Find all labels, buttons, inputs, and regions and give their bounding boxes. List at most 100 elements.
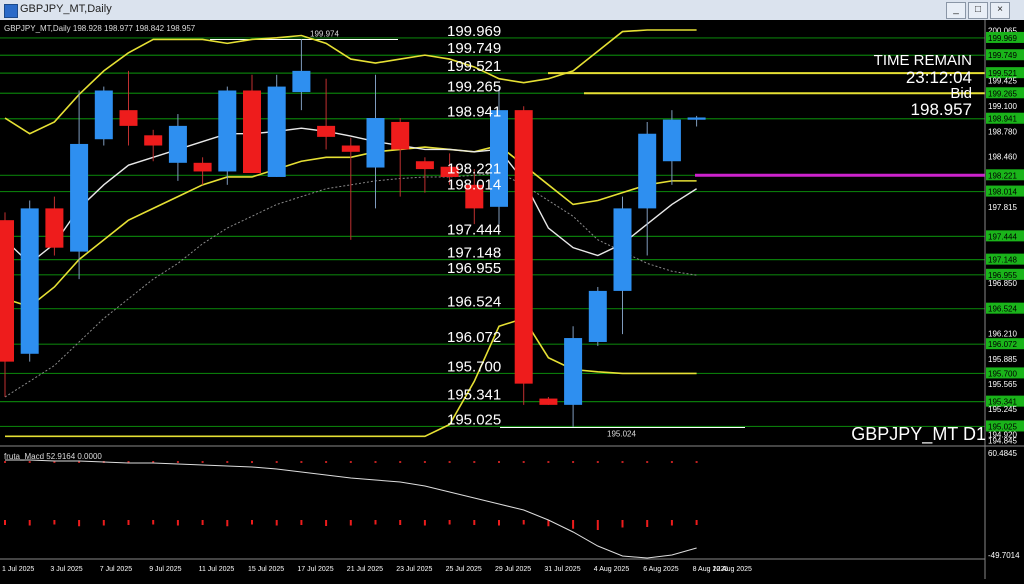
level-label: 195.341 [447,387,501,404]
macd-dot [226,461,229,463]
time-label: 12 Aug 2025 [713,566,752,573]
price-axis: 200.065199.969199.749199.521199.425199.2… [984,20,1024,579]
macd-dot [423,461,426,463]
price-label: 197.815 [988,203,1017,212]
candle-body [70,143,89,252]
symbol-label: GBPJPY_MT D1 [851,424,986,444]
candle-body [638,133,657,209]
price-tag: 198.941 [988,115,1017,124]
candle-body [415,161,434,170]
price-tag: 198.014 [988,188,1017,197]
price-label: 196.210 [988,329,1017,338]
macd-dot [646,461,649,463]
macd-dot [498,461,500,463]
macd-axis-top: 60.4845 [988,449,1017,458]
price-tag: 195.700 [988,369,1017,378]
macd-dot [374,461,377,463]
window-titlebar: GBPJPY_MT,Daily _ □ × [0,0,1024,21]
time-label: 4 Aug 2025 [594,566,630,573]
candle-body [267,86,286,177]
level-label: 195.025 [447,411,501,428]
time-label: 21 Jul 2025 [347,566,383,573]
minimize-button[interactable]: _ [946,2,966,19]
macd-dot [28,461,31,463]
candles [0,39,706,427]
high-marker: 199.974 [310,30,339,39]
candle-body [564,338,583,405]
candle-body [144,135,163,146]
candle-body [391,121,410,150]
macd-dot [325,461,328,463]
level-label: 198.014 [447,177,501,194]
level-label: 199.969 [447,23,501,40]
macd-dot [695,461,698,463]
macd-dot [522,461,525,463]
price-tag: 199.969 [988,34,1017,43]
time-label: 31 Jul 2025 [544,566,580,573]
candle-body [539,398,558,405]
macd-dot [251,461,253,463]
time-label: 17 Jul 2025 [297,566,333,573]
price-label: 198.780 [988,127,1017,136]
macd-dot [596,461,599,463]
price-label: 194.845 [988,437,1017,446]
macd-dot [4,461,6,463]
time-axis: 1 Jul 2025 3 Jul 2025 7 Jul 2025 9 Jul 2025… [0,558,985,573]
candle-body [317,125,336,137]
time-label: 29 Jul 2025 [495,566,531,573]
time-label: 9 Jul 2025 [149,566,181,573]
candle-body [662,119,681,162]
macd-panel: fruta_Macd 52.9164 0.0000 60.4845-49.7014 [0,445,1024,560]
candle-body [366,118,385,168]
restore-button[interactable]: □ [968,2,988,19]
price-label: 195.245 [988,405,1017,414]
candle-body [94,90,113,140]
level-label: 199.749 [447,40,501,57]
price-label: 198.460 [988,153,1017,162]
close-button[interactable]: × [990,2,1010,19]
price-label: 199.100 [988,102,1017,111]
time-label: 1 Jul 2025 [2,566,34,573]
candle-body [45,208,64,248]
time-label: 11 Jul 2025 [199,566,235,573]
price-label: 196.850 [988,279,1017,288]
candle-body [168,125,187,163]
candle-body [341,145,360,152]
macd-dot [275,461,278,463]
chart-header: GBPJPY_MT,Daily 198.928 198.977 198.842 … [4,24,196,33]
macd-axis-bottom: -49.7014 [988,551,1020,560]
low-marker: 195.024 [607,429,636,438]
candle-body [119,110,138,126]
level-label: 196.072 [447,329,501,346]
time-label: 25 Jul 2025 [446,566,482,573]
macd-dot [670,461,673,463]
price-tag: 199.265 [988,89,1017,98]
price-tag: 196.524 [988,305,1017,314]
macd-dot [572,461,575,463]
bid-value: 198.957 [910,100,972,119]
level-label: 198.941 [447,104,501,121]
level-label: 197.444 [447,221,501,238]
candle-body [292,70,311,93]
macd-dot [349,461,352,463]
price-tag: 196.072 [988,340,1017,349]
candle-body [20,208,39,354]
macd-dot [448,461,451,463]
price-label: 195.565 [988,380,1017,389]
candle-body [588,290,607,342]
level-label: 199.521 [447,58,501,75]
macd-dot [176,461,179,463]
candle-body [243,90,261,174]
candle-body [218,90,237,172]
candle-body [514,110,533,384]
level-label: 199.265 [447,78,501,95]
macd-dot [621,461,624,463]
level-label: 195.700 [447,358,501,375]
price-label: 195.885 [988,355,1017,364]
macd-dot [399,461,402,463]
level-label: 196.955 [447,260,501,277]
time-label: 23 Jul 2025 [396,566,432,573]
price-tag: 199.749 [988,51,1017,60]
candle-body [0,220,14,362]
window-title: GBPJPY_MT,Daily [20,3,112,15]
